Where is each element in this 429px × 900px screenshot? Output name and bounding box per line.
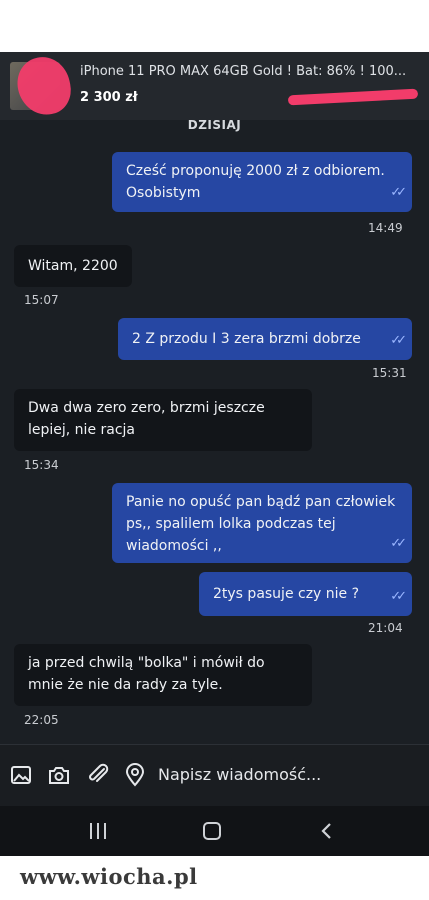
watermark-text: www.wiocha.pl [20,864,198,889]
date-separator: DZISIAJ [187,118,242,132]
listing-title: iPhone 11 PRO MAX 64GB Gold ! Bat: 86% !… [80,64,407,79]
message-time: 22:05 [24,713,59,727]
listing-header[interactable]: iPhone 11 PRO MAX 64GB Gold ! Bat: 86% !… [0,52,429,120]
message-text: ja przed chwilą "bolka" i mówił do mnie … [28,655,265,693]
message-text: Cześć proponuję 2000 zł z odbiorem. Osob… [126,163,385,201]
message-time: 14:49 [368,221,403,235]
message-bubble-outgoing[interactable]: Cześć proponuję 2000 zł z odbiorem. Osob… [112,152,412,212]
image-icon[interactable] [9,763,33,787]
watermark-bar: www.wiocha.pl [0,856,429,900]
message-bubble-outgoing[interactable]: 2 Z przodu I 3 zera brzmi dobrze ✓✓ [118,318,412,360]
read-receipt-icon: ✓✓ [390,536,407,551]
message-time: 21:04 [368,621,403,635]
message-bubble-outgoing[interactable]: 2tys pasuje czy nie ? ✓✓ [199,572,412,616]
message-bubble-incoming[interactable]: Dwa dwa zero zero, brzmi jeszcze lepiej,… [14,389,312,451]
read-receipt-icon: ✓✓ [390,185,407,200]
system-navigation-bar [0,806,429,856]
home-icon[interactable] [203,822,221,840]
message-text: Witam, 2200 [28,258,118,274]
top-strip [0,0,429,52]
message-text: Dwa dwa zero zero, brzmi jeszcze lepiej,… [28,400,265,438]
location-icon[interactable] [123,763,147,787]
message-bubble-incoming[interactable]: Witam, 2200 [14,245,132,287]
message-composer: Napisz wiadomość... [0,744,429,807]
message-text: 2 Z przodu I 3 zera brzmi dobrze [132,331,361,347]
message-time: 15:07 [24,293,59,307]
message-time: 15:34 [24,458,59,472]
message-bubble-outgoing[interactable]: Panie no opuść pan bądź pan człowiek ps,… [112,483,412,563]
camera-icon[interactable] [47,763,71,787]
recent-apps-icon[interactable] [90,823,108,839]
attach-icon[interactable] [85,763,109,787]
back-icon[interactable] [318,822,336,840]
message-text: Panie no opuść pan bądź pan człowiek ps,… [126,494,396,554]
message-text: 2tys pasuje czy nie ? [213,586,360,602]
read-receipt-icon: ✓✓ [390,589,407,604]
message-bubble-incoming[interactable]: ja przed chwilą "bolka" i mówił do mnie … [14,644,312,706]
message-time: 15:31 [372,366,407,380]
listing-price: 2 300 zł [80,90,138,105]
message-input[interactable]: Napisz wiadomość... [158,765,321,784]
read-receipt-icon: ✓✓ [390,333,407,348]
